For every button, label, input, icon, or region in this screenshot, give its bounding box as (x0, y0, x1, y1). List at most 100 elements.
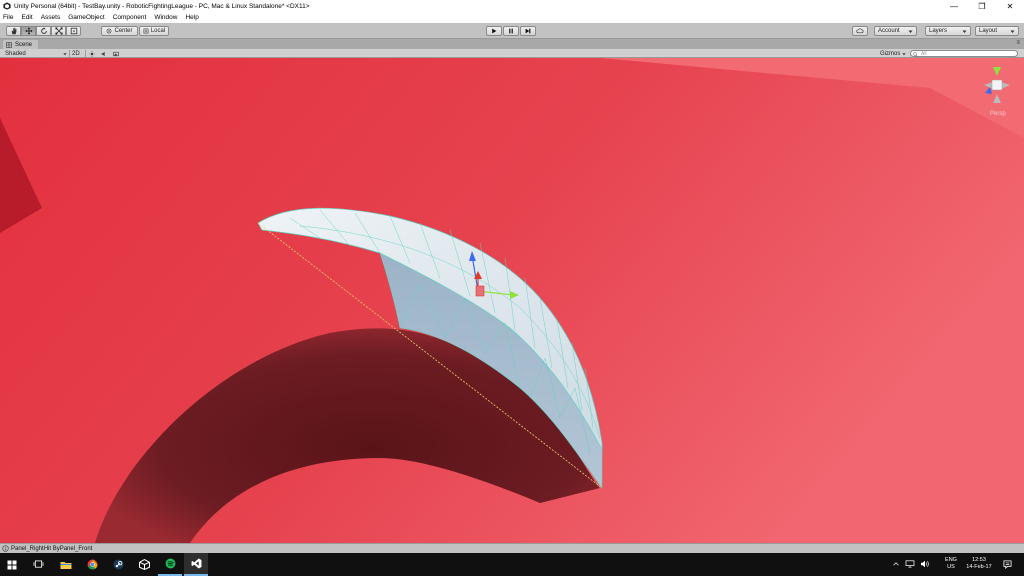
chevron-down-icon (1010, 30, 1015, 33)
taskbar-spotify[interactable] (158, 553, 182, 576)
divider (85, 50, 86, 57)
scale-icon (54, 27, 63, 35)
status-message[interactable]: Panel_RightHit ByPanel_Front (11, 546, 92, 552)
account-dropdown[interactable]: Account (874, 26, 917, 36)
step-icon (525, 28, 531, 34)
chevron-down-icon (962, 30, 967, 33)
tab-menu-icon[interactable]: ≡ (1016, 40, 1020, 46)
hand-icon (11, 27, 16, 35)
projection-label[interactable]: Persp (990, 111, 1006, 117)
unity-logo-icon (3, 2, 11, 10)
notifications-icon[interactable] (1003, 560, 1012, 569)
tray-chevron-up-icon[interactable] (893, 561, 899, 567)
scene-tab-strip: Scene ≡ (0, 39, 1024, 49)
rotate-tool-button[interactable] (36, 26, 51, 36)
menu-window[interactable]: Window (154, 14, 177, 21)
toggle-2d-button[interactable]: 2D (72, 49, 80, 58)
collab-cloud-button[interactable] (852, 26, 868, 36)
move-tool-button[interactable] (21, 26, 36, 36)
chevron-down-icon (902, 52, 906, 55)
menu-help[interactable]: Help (185, 14, 198, 21)
volume-icon[interactable] (920, 560, 930, 568)
scene-tab-label: Scene (15, 41, 33, 48)
minimize-icon: — (950, 1, 958, 11)
shading-mode-dropdown[interactable]: Shaded (5, 49, 67, 58)
audio-toggle[interactable] (101, 49, 107, 58)
space-label: Local (150, 28, 166, 34)
menu-file[interactable]: File (3, 14, 13, 21)
divider (69, 50, 70, 57)
close-icon: ✕ (1006, 1, 1014, 11)
play-icon (492, 28, 497, 34)
spotify-icon (165, 558, 175, 569)
taskbar-chrome[interactable] (80, 553, 104, 576)
layout-label: Layout (979, 28, 998, 34)
pivot-label: Center (114, 28, 133, 34)
sun-icon (89, 50, 95, 57)
menu-edit[interactable]: Edit (21, 14, 32, 21)
network-icon[interactable] (905, 560, 915, 568)
taskbar-unity[interactable] (132, 553, 156, 576)
move-arrows-icon (24, 27, 33, 35)
search-icon (913, 52, 918, 57)
tab-scene[interactable]: Scene (3, 40, 39, 49)
transform-tools (6, 26, 81, 36)
maximize-button[interactable]: ❐ (968, 0, 996, 12)
visual-studio-icon (191, 558, 201, 569)
play-button[interactable] (486, 26, 502, 36)
scene-search-field[interactable]: All (910, 50, 1018, 57)
clock-date: 14-Feb-17 (966, 564, 992, 570)
language-label: ENG (945, 557, 957, 563)
taskbar-visual-studio[interactable] (184, 553, 208, 576)
minimize-button[interactable]: — (940, 0, 968, 12)
pause-icon (509, 28, 513, 34)
search-placeholder: All (921, 50, 927, 57)
menu-gameobject[interactable]: GameObject (68, 14, 105, 21)
speaker-icon (101, 51, 105, 56)
rect-tool-button[interactable] (66, 26, 81, 36)
pivot-local-button[interactable]: Local (139, 26, 169, 36)
region-label: US (947, 564, 955, 570)
input-language-indicator[interactable]: ENG US (942, 557, 960, 571)
effects-dropdown[interactable] (113, 49, 119, 58)
shading-mode-label: Shaded (5, 50, 26, 57)
image-effects-icon (113, 51, 119, 56)
unity-icon (138, 559, 150, 570)
folder-icon (60, 561, 72, 569)
menu-assets[interactable]: Assets (41, 14, 61, 21)
step-button[interactable] (520, 26, 536, 36)
main-toolbar: Center Local Account Layers Layout (0, 23, 1024, 39)
local-space-icon (143, 28, 149, 34)
start-button[interactable] (0, 553, 24, 576)
scale-tool-button[interactable] (51, 26, 66, 36)
windows-taskbar: ENG US 12:53 14-Feb-17 (0, 553, 1024, 576)
task-view-button[interactable] (26, 553, 50, 576)
taskbar-steam[interactable] (106, 553, 130, 576)
maximize-icon: ❐ (978, 1, 986, 11)
menu-bar: File Edit Assets GameObject Component Wi… (0, 12, 1024, 23)
layers-label: Layers (929, 28, 948, 34)
hand-tool-button[interactable] (6, 26, 21, 36)
window-title-bar: Unity Personal (64bit) - TestBay.unity -… (0, 0, 1024, 12)
pivot-icon (107, 28, 112, 34)
scene-viewport[interactable]: Persp (0, 58, 1024, 543)
scene-render: Persp (0, 58, 1024, 543)
scene-grid-icon (6, 41, 12, 48)
rotate-icon (40, 27, 47, 34)
gizmos-dropdown[interactable]: Gizmos (880, 49, 906, 58)
pause-button[interactable] (503, 26, 519, 36)
pivot-center-button[interactable]: Center (101, 26, 138, 36)
layers-dropdown[interactable]: Layers (925, 26, 971, 36)
taskbar-file-explorer[interactable] (54, 553, 78, 576)
menu-component[interactable]: Component (113, 14, 147, 21)
layout-dropdown[interactable]: Layout (975, 26, 1019, 36)
task-view-icon (33, 560, 43, 568)
system-clock[interactable]: 12:53 14-Feb-17 (962, 557, 996, 571)
cloud-icon (856, 28, 864, 34)
close-button[interactable]: ✕ (996, 0, 1024, 12)
window-title: Unity Personal (64bit) - TestBay.unity -… (14, 2, 310, 10)
status-bar: Panel_RightHit ByPanel_Front (0, 543, 1024, 553)
scene-control-bar: Shaded 2D Gizmos All (0, 49, 1024, 58)
steam-icon (113, 559, 123, 570)
lighting-toggle[interactable] (89, 49, 95, 58)
